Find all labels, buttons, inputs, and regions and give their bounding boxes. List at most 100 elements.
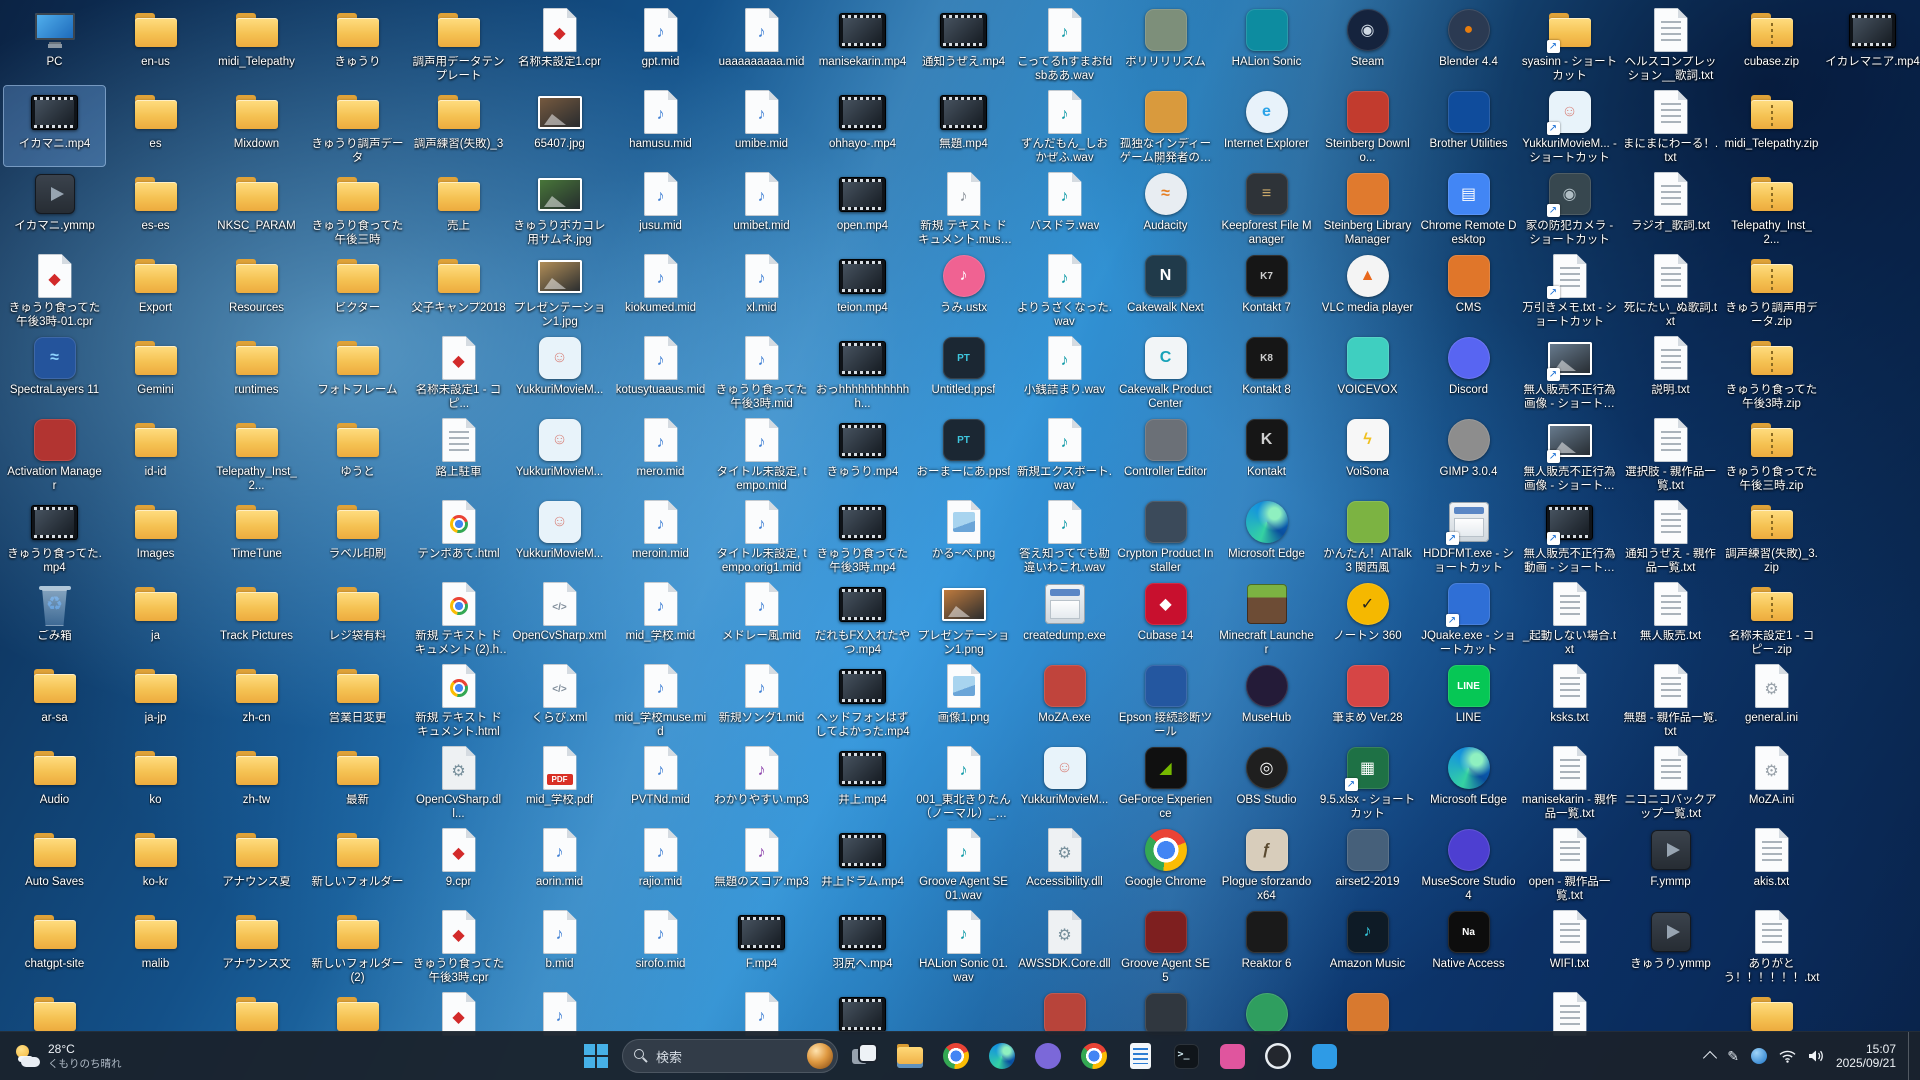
desktop-icon[interactable]: ☺YukkuriMovieM... [509,414,610,494]
desktop-icon[interactable]: Epson 接続診断ツール [1115,660,1216,740]
desktop-icon[interactable]: KKontakt [1216,414,1317,494]
desktop-icon[interactable]: 説明.txt [1620,332,1721,412]
desktop-icon[interactable]: イカマニ.mp4 [4,86,105,166]
desktop-icon[interactable]: ≡Keepforest File Manager [1216,168,1317,248]
volume-icon[interactable] [1808,1049,1824,1063]
desktop-icon[interactable]: テンポあて.html [408,496,509,576]
desktop-icon[interactable]: ◆名称未設定1.cpr [509,4,610,84]
desktop-icon[interactable]: zh-tw [206,742,307,822]
desktop-icon[interactable]: ◢GeForce Experience [1115,742,1216,822]
desktop-icon[interactable]: ♪バスドラ.wav [1014,168,1115,248]
desktop-icon[interactable]: ♪kotusytuaaus.mid [610,332,711,412]
desktop-icon[interactable]: akis.txt [1721,824,1822,904]
desktop-icon[interactable]: Groove Agent SE 5 [1115,906,1216,986]
desktop-icon[interactable]: mid_学校.pdf [509,742,610,822]
desktop-icon[interactable]: 通知うぜえ.mp4 [913,4,1014,84]
desktop-icon[interactable]: ♪新規ソング1.mid [711,660,812,740]
desktop-icon[interactable]: ♪b.mid [509,906,610,986]
desktop-icon[interactable]: Images [105,496,206,576]
desktop-icon[interactable]: プレゼンテーション1.jpg [509,250,610,330]
desktop-icon[interactable]: ↗JQuake.exe - ショートカット [1418,578,1519,658]
desktop-icon[interactable]: 最新 [307,742,408,822]
desktop-icon[interactable]: LINELINE [1418,660,1519,740]
desktop-icon[interactable]: es [105,86,206,166]
taskbar-microsoft-edge[interactable] [982,1036,1022,1076]
desktop-icon[interactable]: ♪mid_学校muse.mid [610,660,711,740]
desktop-icon[interactable]: ksks.txt [1519,660,1620,740]
desktop-icon[interactable]: TimeTune [206,496,307,576]
desktop-icon[interactable]: ♪xl.mid [711,250,812,330]
desktop-icon[interactable]: ♪うみ.ustx [913,250,1014,330]
desktop-icon[interactable]: open - 親作品一覧.txt [1519,824,1620,904]
desktop-icon[interactable]: ◆きゅうり食ってた午後3時-01.cpr [4,250,105,330]
desktop-icon[interactable]: きゅうり.ymmp [1620,906,1721,986]
desktop-icon[interactable]: cubase.zip [1721,4,1822,84]
desktop-icon[interactable]: イカレマニア.mp4 [1822,4,1920,84]
desktop-icon[interactable]: 筆まめ Ver.28 [1317,660,1418,740]
desktop-icon[interactable]: ja [105,578,206,658]
desktop-icon[interactable]: 通知うぜえ - 親作品一覧.txt [1620,496,1721,576]
taskbar-chrome-window-2[interactable] [1074,1036,1114,1076]
desktop-icon[interactable]: 父子キャンプ2018 [408,250,509,330]
desktop-icon[interactable]: きゅうり調声データ [307,86,408,166]
search-box[interactable]: 検索 [622,1039,838,1073]
desktop-icon[interactable]: Microsoft Edge [1418,742,1519,822]
desktop-icon[interactable]: teion.mp4 [812,250,913,330]
desktop-icon[interactable]: CMS [1418,250,1519,330]
desktop-icon[interactable]: malib [105,906,206,986]
desktop-icon[interactable]: ↗無人販売不正行為動画 - ショートカット [1519,496,1620,576]
desktop-icon[interactable]: VOICEVOX [1317,332,1418,412]
desktop-icon[interactable]: chatgpt-site [4,906,105,986]
desktop-icon[interactable]: Crypton Product Installer [1115,496,1216,576]
taskbar-purple-app[interactable] [1028,1036,1068,1076]
desktop-icon[interactable]: Microsoft Edge [1216,496,1317,576]
desktop-icon[interactable]: ♪umibe.mid [711,86,812,166]
desktop-icon[interactable]: ♪Groove Agent SE 01.wav [913,824,1014,904]
desktop-icon[interactable]: eInternet Explorer [1216,86,1317,166]
desktop-icon[interactable]: HALion Sonic [1216,4,1317,84]
desktop-icon[interactable]: きゅうり食ってた午後三時.zip [1721,414,1822,494]
desktop-icon[interactable]: ♪kiokumed.mid [610,250,711,330]
desktop-icon[interactable]: ♪タイトル未設定, tempo.orig1.mid [711,496,812,576]
desktop-icon[interactable]: midi_Telepathy.zip [1721,86,1822,166]
desktop-icon[interactable]: ◉↗家の防犯カメラ - ショートカット [1519,168,1620,248]
desktop-icon[interactable]: だれもFX入れたやつ.mp4 [812,578,913,658]
desktop-icon[interactable]: ♪新規 テキスト ドキュメント.musicxml [913,168,1014,248]
desktop-icon[interactable]: ヘルスコンプレッション__歌詞.txt [1620,4,1721,84]
desktop-icon[interactable]: Gemini [105,332,206,412]
desktop-icon[interactable]: 調声練習(失敗)_3 [408,86,509,166]
desktop-icon[interactable]: フォトフレーム [307,332,408,412]
desktop-icon[interactable]: K7Kontakt 7 [1216,250,1317,330]
desktop-icon[interactable]: ◆Cubase 14 [1115,578,1216,658]
desktop-icon[interactable]: きゅうり.mp4 [812,414,913,494]
desktop-icon[interactable]: ♪hamusu.mid [610,86,711,166]
start-button[interactable] [576,1036,616,1076]
desktop-icon[interactable]: ♪uaaaaaaaaa.mid [711,4,812,84]
desktop-icon[interactable]: ♪こってるhすまおfdsbああ.wav [1014,4,1115,84]
desktop-icon[interactable]: en-us [105,4,206,84]
desktop-icon[interactable]: まにまにわーる！.txt [1620,86,1721,166]
desktop-icon[interactable]: ラジオ_歌詞.txt [1620,168,1721,248]
desktop-icon[interactable]: NKSC_PARAM [206,168,307,248]
desktop-icon[interactable]: ◉Steam [1317,4,1418,84]
desktop-icon[interactable]: Telepathy_Inst_2... [206,414,307,494]
tray-app-icon[interactable] [1751,1048,1767,1064]
desktop-icon[interactable]: ♪meroin.mid [610,496,711,576]
desktop-icon[interactable]: Track Pictures [206,578,307,658]
desktop-icon[interactable]: manisekarin - 親作品一覧.txt [1519,742,1620,822]
desktop-icon[interactable]: 井上ドラム.mp4 [812,824,913,904]
desktop-icon[interactable]: ♪きゅうり食ってた午後3時.mid [711,332,812,412]
desktop-icon[interactable]: 調声練習(失敗)_3.zip [1721,496,1822,576]
desktop-icon[interactable]: 新規 テキスト ドキュメント.html [408,660,509,740]
taskbar-dark-media-app[interactable] [1258,1036,1298,1076]
desktop-icon[interactable]: 無人販売.txt [1620,578,1721,658]
desktop-icon[interactable]: ≈Audacity [1115,168,1216,248]
desktop-icon[interactable]: ラベル印刷 [307,496,408,576]
desktop-icon[interactable]: ヘッドフォンはずしてよかった.mp4 [812,660,913,740]
desktop-icon[interactable]: ↗無人販売不正行為画像 - ショートカット [1519,332,1620,412]
desktop-icon[interactable]: es-es [105,168,206,248]
desktop-icon[interactable]: ♪mero.mid [610,414,711,494]
desktop-icon[interactable]: Auto Saves [4,824,105,904]
desktop-icon[interactable]: runtimes [206,332,307,412]
desktop-icon[interactable]: ▤Chrome Remote Desktop [1418,168,1519,248]
